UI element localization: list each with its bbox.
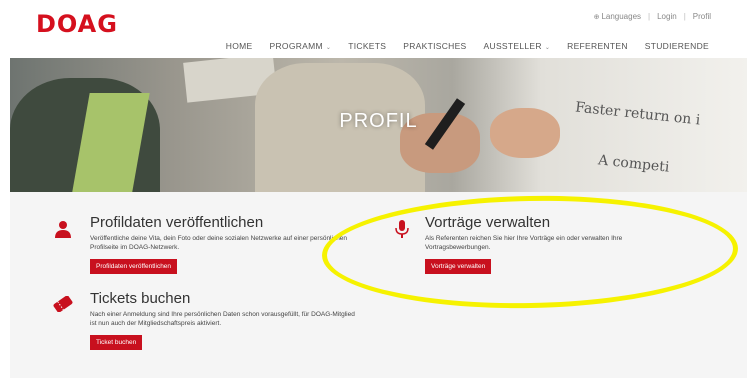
nav-label: TICKETS — [348, 41, 387, 51]
chevron-down-icon: ⌄ — [544, 45, 551, 51]
chevron-down-icon: ⌄ — [325, 45, 332, 51]
nav-label: AUSSTELLER — [483, 41, 542, 51]
feature-profile: Profildaten veröffentlichen Veröffentlic… — [90, 214, 350, 274]
nav-label: REFERENTEN — [567, 41, 628, 51]
nav-item-studierende[interactable]: STUDIERENDE — [645, 41, 709, 51]
utility-separator: | — [648, 12, 651, 21]
hero-banner: Faster return on i A competi PROFIL — [10, 58, 747, 192]
feature-description: Als Referenten reichen Sie hier Ihre Vor… — [425, 235, 623, 251]
user-icon — [55, 220, 71, 243]
feature-description: Veröffentliche deine Vita, dein Foto ode… — [90, 235, 348, 251]
languages-link[interactable]: Languages — [601, 12, 641, 21]
feature-tickets: Tickets buchen Nach einer Anmeldung sind… — [90, 290, 355, 350]
main-nav: HOME PROGRAMM ⌄ TICKETS PRAKTISCHES AUSST… — [209, 41, 709, 51]
nav-item-aussteller[interactable]: AUSSTELLER ⌄ — [484, 41, 551, 51]
nav-label: STUDIERENDE — [644, 41, 709, 51]
manage-talks-button[interactable]: Vorträge verwalten — [425, 259, 492, 274]
feature-title: Tickets buchen — [90, 290, 191, 307]
login-link[interactable]: Login — [657, 12, 677, 21]
profile-link[interactable]: Profil — [693, 12, 711, 21]
hero-banner-text: A competi — [597, 152, 671, 176]
feature-title: Vorträge verwalten — [425, 214, 551, 231]
publish-profile-button[interactable]: Profildaten veröffentlichen — [90, 259, 178, 274]
doag-logo[interactable]: DOAG — [36, 10, 118, 38]
book-ticket-button[interactable]: Ticket buchen — [90, 335, 143, 350]
nav-label: PRAKTISCHES — [403, 41, 467, 51]
nav-item-referenten[interactable]: REFERENTEN — [567, 41, 628, 51]
globe-icon: ⊕ — [593, 13, 600, 21]
nav-item-praktisches[interactable]: PRAKTISCHES — [403, 41, 466, 51]
page-title: PROFIL — [339, 110, 418, 132]
microphone-icon — [395, 220, 409, 243]
nav-item-home[interactable]: HOME — [226, 41, 253, 51]
ticket-icon — [52, 295, 74, 317]
utility-separator: | — [683, 12, 686, 21]
site-header: DOAG ⊕ Languages | Login | Profil HOME P… — [0, 0, 747, 58]
feature-title: Profildaten veröffentlichen — [90, 214, 264, 231]
feature-talks: Vorträge verwalten Als Referenten reiche… — [425, 214, 685, 274]
nav-label: HOME — [225, 41, 253, 51]
nav-label: PROGRAMM — [269, 41, 323, 51]
feature-description: Nach einer Anmeldung sind Ihre persönlic… — [90, 311, 355, 327]
nav-item-programm[interactable]: PROGRAMM ⌄ — [270, 41, 332, 51]
utility-nav: ⊕ Languages | Login | Profil — [594, 12, 711, 21]
profile-actions: Profildaten veröffentlichen Veröffentlic… — [10, 192, 747, 378]
nav-item-tickets[interactable]: TICKETS — [348, 41, 386, 51]
